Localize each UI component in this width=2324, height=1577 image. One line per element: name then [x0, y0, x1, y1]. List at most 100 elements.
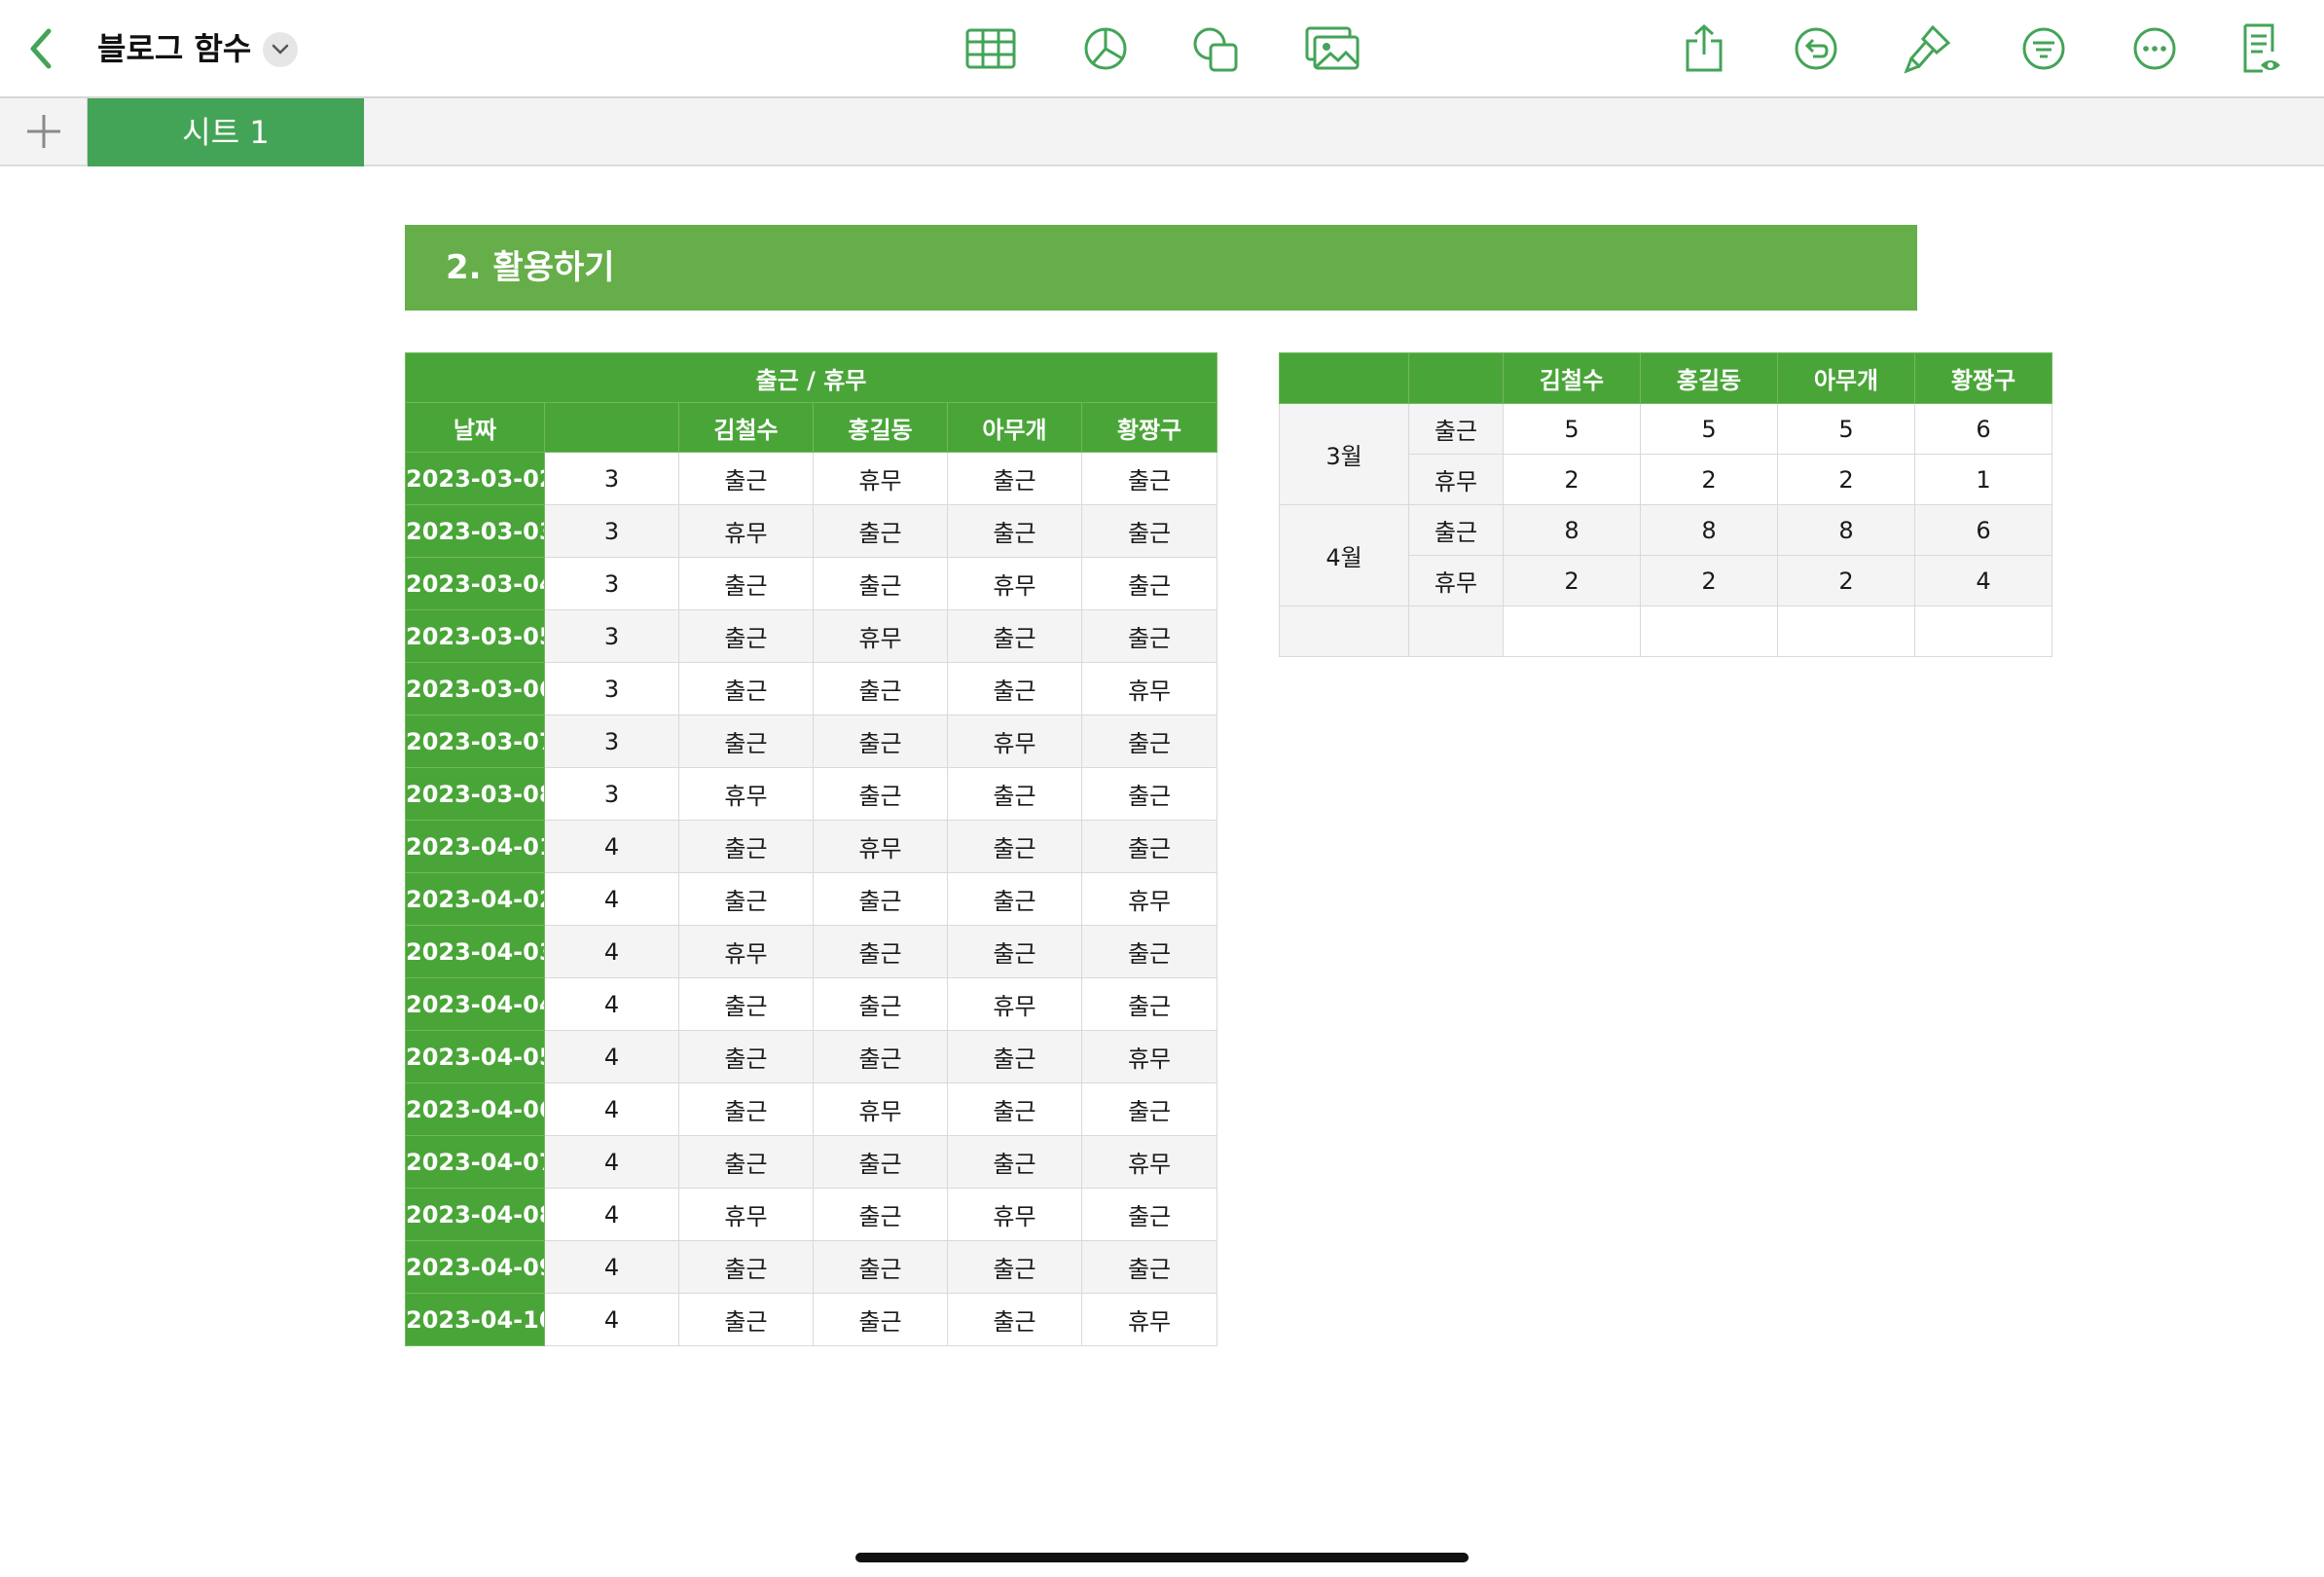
status-cell[interactable]: 출근 [1080, 715, 1218, 768]
count-cell[interactable]: 8 [1640, 504, 1778, 556]
month-label-cell[interactable]: 4월 [1279, 504, 1409, 606]
back-chevron-icon[interactable] [18, 25, 64, 72]
date-cell[interactable]: 2023-03-05 [405, 609, 545, 663]
status-cell[interactable]: 출근 [813, 715, 948, 768]
status-cell[interactable]: 출근 [1080, 609, 1218, 663]
date-cell[interactable]: 2023-03-04 [405, 557, 545, 610]
status-cell[interactable]: 출근 [813, 557, 948, 610]
count-cell[interactable]: 2 [1777, 454, 1915, 505]
empty-cell[interactable] [1640, 605, 1778, 657]
date-cell[interactable]: 2023-03-07 [405, 715, 545, 768]
document-title[interactable]: 블로그 함수 [97, 26, 251, 71]
month-cell[interactable]: 4 [544, 1188, 679, 1241]
status-cell[interactable]: 출근 [678, 452, 814, 505]
status-cell[interactable]: 출근 [1080, 1240, 1218, 1294]
count-cell[interactable]: 2 [1640, 555, 1778, 606]
status-cell[interactable]: 출근 [947, 1135, 1082, 1189]
status-cell[interactable]: 출근 [1080, 557, 1218, 610]
month-cell[interactable]: 4 [544, 1293, 679, 1346]
name-header-cell[interactable]: 김철수 [678, 402, 814, 453]
status-cell[interactable]: 출근 [947, 609, 1082, 663]
status-cell[interactable]: 출근 [947, 452, 1082, 505]
empty-cell[interactable] [1408, 605, 1504, 657]
empty-cell[interactable] [1503, 605, 1641, 657]
count-cell[interactable]: 6 [1914, 504, 2052, 556]
add-sheet-button[interactable] [0, 98, 88, 165]
status-cell[interactable]: 출근 [813, 925, 948, 978]
share-icon[interactable] [1680, 21, 1728, 76]
type-label-cell[interactable]: 휴무 [1408, 555, 1504, 606]
status-cell[interactable]: 휴무 [947, 1188, 1082, 1241]
date-cell[interactable]: 2023-04-08 [405, 1188, 545, 1241]
status-cell[interactable]: 출근 [947, 1030, 1082, 1083]
empty-cell[interactable] [1777, 605, 1915, 657]
type-label-cell[interactable]: 휴무 [1408, 454, 1504, 505]
count-cell[interactable]: 2 [1503, 454, 1641, 505]
filter-icon[interactable] [2018, 23, 2069, 74]
date-cell[interactable]: 2023-03-02 [405, 452, 545, 505]
status-cell[interactable]: 휴무 [1080, 1135, 1218, 1189]
status-cell[interactable]: 출근 [1080, 504, 1218, 558]
status-cell[interactable]: 출근 [1080, 925, 1218, 978]
type-label-cell[interactable]: 출근 [1408, 504, 1504, 556]
summary-name-header-cell[interactable]: 홍길동 [1640, 352, 1778, 404]
count-cell[interactable]: 5 [1777, 403, 1915, 455]
month-cell[interactable]: 3 [544, 557, 679, 610]
status-cell[interactable]: 출근 [678, 715, 814, 768]
status-cell[interactable]: 휴무 [678, 925, 814, 978]
month-cell[interactable]: 4 [544, 1135, 679, 1189]
count-cell[interactable]: 2 [1777, 555, 1915, 606]
status-cell[interactable]: 출근 [1080, 977, 1218, 1031]
month-cell[interactable]: 4 [544, 872, 679, 926]
date-cell[interactable]: 2023-04-09 [405, 1240, 545, 1294]
status-cell[interactable]: 휴무 [813, 609, 948, 663]
month-cell[interactable]: 3 [544, 504, 679, 558]
status-cell[interactable]: 출근 [813, 504, 948, 558]
summary-type-header-cell[interactable] [1408, 352, 1504, 404]
date-cell[interactable]: 2023-03-06 [405, 662, 545, 715]
status-cell[interactable]: 출근 [678, 1082, 814, 1136]
status-cell[interactable]: 출근 [1080, 1082, 1218, 1136]
reader-view-icon[interactable] [2236, 21, 2287, 78]
status-cell[interactable]: 출근 [678, 1293, 814, 1346]
status-cell[interactable]: 출근 [1080, 452, 1218, 505]
status-cell[interactable]: 휴무 [1080, 1293, 1218, 1346]
month-cell[interactable]: 4 [544, 1240, 679, 1294]
date-cell[interactable]: 2023-04-06 [405, 1082, 545, 1136]
count-cell[interactable]: 6 [1914, 403, 2052, 455]
name-header-cell[interactable]: 아무개 [947, 402, 1082, 453]
status-cell[interactable]: 출근 [813, 662, 948, 715]
status-cell[interactable]: 출근 [947, 662, 1082, 715]
summary-name-header-cell[interactable]: 아무개 [1777, 352, 1915, 404]
home-indicator[interactable] [855, 1553, 1469, 1562]
status-cell[interactable]: 출근 [678, 1135, 814, 1189]
undo-icon[interactable] [1791, 23, 1841, 74]
month-label-cell[interactable]: 3월 [1279, 403, 1409, 505]
status-cell[interactable]: 출근 [947, 1240, 1082, 1294]
date-cell[interactable]: 2023-04-07 [405, 1135, 545, 1189]
status-cell[interactable]: 출근 [1080, 1188, 1218, 1241]
month-cell[interactable]: 4 [544, 820, 679, 873]
status-cell[interactable]: 출근 [678, 1030, 814, 1083]
group-header-cell[interactable]: 출근 / 휴무 [404, 352, 1218, 403]
status-cell[interactable]: 휴무 [1080, 1030, 1218, 1083]
status-cell[interactable]: 휴무 [947, 715, 1082, 768]
status-cell[interactable]: 출근 [1080, 767, 1218, 821]
summary-table[interactable]: 김철수 홍길동 아무개 황짱구 3월 출근 5 5 5 6 휴무 2 2 2 1 4월 출근 8 8 8 6 휴무… [1279, 352, 2052, 657]
status-cell[interactable]: 출근 [813, 872, 948, 926]
date-cell[interactable]: 2023-04-03 [405, 925, 545, 978]
status-cell[interactable]: 출근 [813, 767, 948, 821]
title-menu-chevron-icon[interactable] [263, 32, 298, 67]
summary-name-header-cell[interactable]: 김철수 [1503, 352, 1641, 404]
date-cell[interactable]: 2023-04-04 [405, 977, 545, 1031]
shapes-icon[interactable] [1189, 23, 1242, 76]
status-cell[interactable]: 출근 [678, 557, 814, 610]
type-label-cell[interactable]: 출근 [1408, 403, 1504, 455]
tab-sheet-1[interactable]: 시트 1 [88, 98, 364, 166]
count-cell[interactable]: 2 [1640, 454, 1778, 505]
count-header-cell[interactable] [544, 402, 679, 453]
month-cell[interactable]: 4 [544, 1030, 679, 1083]
date-cell[interactable]: 2023-04-02 [405, 872, 545, 926]
status-cell[interactable]: 휴무 [678, 767, 814, 821]
date-cell[interactable]: 2023-03-08 [405, 767, 545, 821]
